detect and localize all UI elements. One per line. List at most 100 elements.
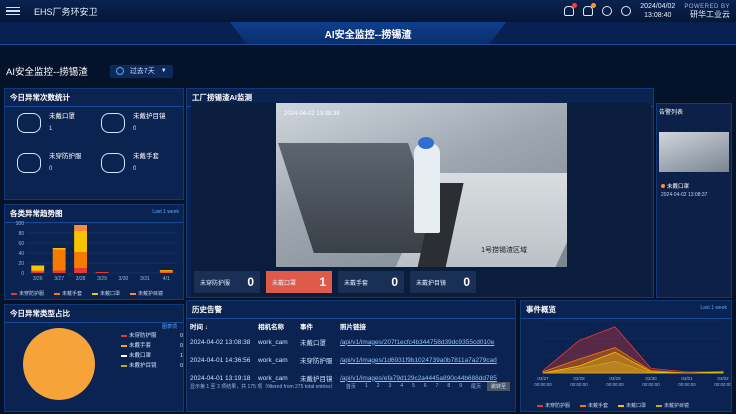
panel-title: 历史告警 xyxy=(187,301,515,319)
legend-item: 未戴手套 0 xyxy=(121,341,183,351)
abnormal-label: 未戴口罩 xyxy=(49,113,75,120)
page-number[interactable]: 5 xyxy=(412,383,415,390)
stat-value: 1 xyxy=(319,275,326,289)
col-header[interactable]: 事件 xyxy=(300,321,340,331)
x-tick-label: 00:00:00 xyxy=(534,382,552,387)
x-tick-label: 00:00:00 xyxy=(714,382,731,387)
stat-card-mask[interactable]: 未戴口罩 1 xyxy=(266,271,332,293)
table-row: 2024-04-02 13:08:38 work_cam 未戴口罩 /api/v… xyxy=(190,333,508,351)
bar-segment xyxy=(52,248,66,250)
x-tick-label: 3/27 xyxy=(54,276,64,282)
abnormal-value: 0 xyxy=(133,126,137,132)
bar-segment xyxy=(74,268,87,273)
stat-value: 0 xyxy=(247,275,254,289)
datetime: 2024/04/02 13:08:40 xyxy=(640,2,675,20)
legend-item: 未戴手套 xyxy=(54,290,82,297)
suit-icon xyxy=(17,153,41,173)
user-icon[interactable] xyxy=(621,6,632,16)
page-number[interactable]: 6 xyxy=(424,383,427,390)
abnormal-item-glove: 未戴手套 0 xyxy=(95,145,179,181)
page-number[interactable]: 3 xyxy=(389,383,392,390)
bar-segment xyxy=(31,265,45,271)
brand-logo: POWERED BY 研华工业云 xyxy=(684,3,730,19)
notification-icon[interactable] xyxy=(583,3,597,16)
abnormal-value: 1 xyxy=(49,126,53,132)
cell-camera: work_cam xyxy=(258,338,288,346)
events-range-link[interactable]: Last 1 week xyxy=(700,305,727,311)
x-tick-label: 3/30 xyxy=(119,276,129,282)
legend-item: 未戴护目镜 0 xyxy=(121,361,183,371)
camera-feed[interactable]: 2024-04-02 13:08:38 1号捞锡渣区域 xyxy=(276,103,567,267)
sub-bar: AI安全监控--捞锡渣 过去7天 ▼ xyxy=(6,64,173,78)
bar-segment xyxy=(74,231,87,252)
page-jump-button[interactable]: 跳转至 xyxy=(486,382,510,391)
x-tick-label: 00:00:00 xyxy=(570,382,588,387)
stat-card-suit[interactable]: 未穿防护服 0 xyxy=(194,271,260,293)
x-tick-label: 00:00:00 xyxy=(606,382,624,387)
page-number[interactable]: 2 xyxy=(377,383,380,390)
cell-photo-link[interactable]: /api/v1/images/efa79d129c2a4445a890c44b6… xyxy=(340,375,508,382)
x-tick-label: 04/01 xyxy=(681,376,693,381)
y-tick-label: 100 xyxy=(16,221,25,227)
legend-item: 未戴口罩 xyxy=(92,290,120,297)
x-tick-label: 00:00:00 xyxy=(678,382,696,387)
x-tick-label: 4/1 xyxy=(163,276,170,282)
pie-slice xyxy=(23,328,95,400)
type-share-legend: 未穿防护服 0 未戴手套 0 未戴口罩 1 未戴护目镜 0 xyxy=(121,331,183,371)
events-legend: 未穿防护服 未戴手套 未戴口罩 未戴护目镜 xyxy=(537,402,689,409)
alert-thumbnail[interactable] xyxy=(659,132,729,172)
x-tick-label: 03/28 xyxy=(573,376,585,381)
y-tick-label: 0 xyxy=(21,271,24,277)
alert-list-title: 告警列表 xyxy=(659,110,684,116)
cell-event: 未戴口罩 xyxy=(300,340,326,347)
legend-item: 未戴护目镜 xyxy=(130,290,163,297)
abnormal-value: 0 xyxy=(133,166,137,172)
y-tick-label: 80 xyxy=(18,231,24,237)
cell-time: 2024-04-01 13:19:18 xyxy=(190,374,251,382)
page-title: AI安全监控--捞锡渣 xyxy=(6,67,88,78)
abnormal-item-goggles: 未戴护目镜 0 xyxy=(95,105,179,141)
page-number[interactable]: 1 xyxy=(365,383,368,390)
pagination-summary: 显示第 1 至 3 项结果，共 175 项（filtered from 275 … xyxy=(190,384,336,390)
abnormal-count-panel: 今日异常次数统计 未戴口罩 1 未戴护目镜 0 未穿防护服 0 未戴手套 0 xyxy=(4,88,184,200)
cell-photo-link[interactable]: /api/v1/images/207f1ecfc4b344758d39dc935… xyxy=(340,339,508,346)
abnormal-label: 未戴护目镜 xyxy=(133,113,166,120)
col-header[interactable]: 时间 ↓ xyxy=(190,321,258,331)
events-chart: 03/2700:00:0003/2800:00:0003/2900:00:000… xyxy=(534,320,731,387)
glove-icon xyxy=(101,153,125,173)
menu-icon[interactable] xyxy=(6,4,20,18)
globe-icon[interactable] xyxy=(602,6,613,16)
stat-card-goggles[interactable]: 未戴护目镜 0 xyxy=(410,271,476,293)
bell-icon[interactable] xyxy=(564,3,578,16)
page-number[interactable]: 9 xyxy=(459,383,462,390)
mask-icon xyxy=(17,113,41,133)
page-first[interactable]: 首页 xyxy=(346,383,356,390)
page-number[interactable]: 7 xyxy=(436,383,439,390)
legend-item: 未穿防护服 0 xyxy=(121,331,183,341)
cell-event: 未穿防护服 xyxy=(300,358,333,365)
x-tick-label: 00:00:00 xyxy=(642,382,660,387)
date-range-select[interactable]: 过去7天 ▼ xyxy=(109,64,173,78)
abnormal-label: 未穿防护服 xyxy=(49,153,82,160)
col-header[interactable]: 相机名称 xyxy=(258,321,300,331)
page-number[interactable]: 8 xyxy=(447,383,450,390)
page-number[interactable]: 4 xyxy=(400,383,403,390)
stat-value: 0 xyxy=(463,275,470,289)
app-title: EHS厂务环安卫 xyxy=(34,6,98,17)
y-tick-label: 20 xyxy=(18,261,24,267)
stat-card-glove[interactable]: 未戴手套 0 xyxy=(338,271,404,293)
col-header[interactable]: 照片链接 xyxy=(340,321,508,331)
x-tick-label: 03/30 xyxy=(645,376,657,381)
stat-label: 未戴护目镜 xyxy=(416,280,447,287)
type-share-link[interactable]: 图表项 xyxy=(162,323,177,330)
bar-segment xyxy=(95,272,109,273)
trend-range-link[interactable]: Last 1 week xyxy=(152,209,179,215)
page-last[interactable]: 尾页 xyxy=(471,383,481,390)
cell-photo-link[interactable]: /api/v1/images/1d6931f9b1024739a0b7811a7… xyxy=(340,357,508,364)
bar-segment xyxy=(31,270,45,272)
x-tick-label: 3/29 xyxy=(97,276,107,282)
legend-item: 未戴口罩 xyxy=(618,402,646,409)
pagination: 显示第 1 至 3 项结果，共 175 项（filtered from 275 … xyxy=(190,382,510,391)
stat-label: 未戴口罩 xyxy=(272,280,297,287)
cell-time: 2024-04-02 13:08:38 xyxy=(190,338,251,346)
